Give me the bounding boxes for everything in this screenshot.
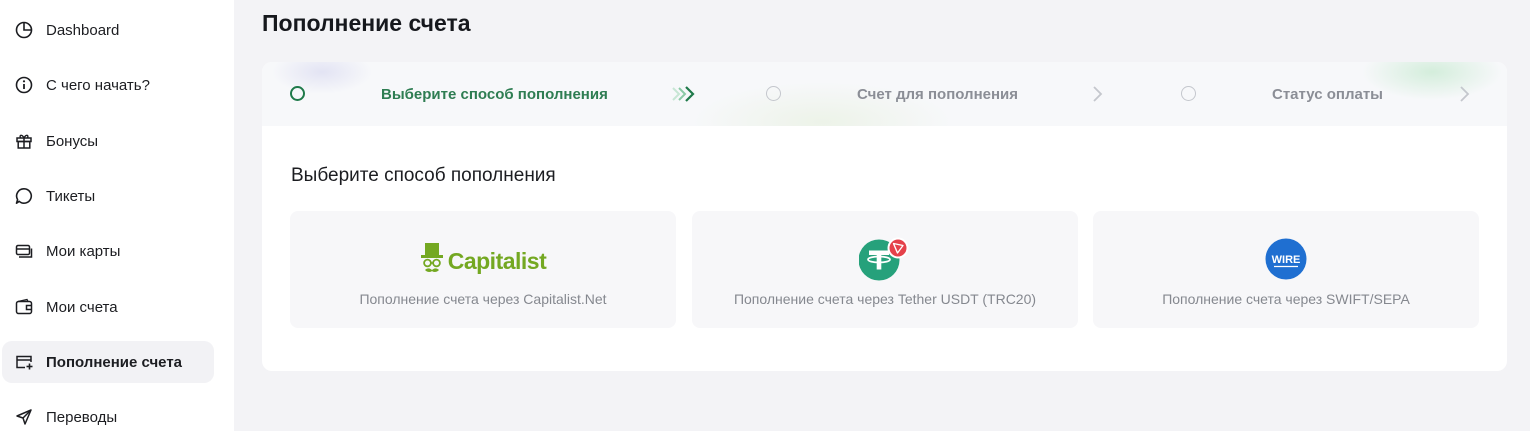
step-payment-status[interactable]: Статус оплаты xyxy=(1272,86,1383,103)
page-title: Пополнение счета xyxy=(262,10,471,36)
sidebar-item-transfers[interactable]: Переводы xyxy=(2,396,214,431)
wire-icon: WIRE xyxy=(1265,238,1307,285)
capitalist-logo: Capitalist xyxy=(290,239,676,283)
gift-icon xyxy=(14,131,34,151)
cards-icon xyxy=(14,241,34,261)
sidebar-item-label: Тикеты xyxy=(46,187,96,205)
method-tether-usdt[interactable]: Пополнение счета через Tether USDT (TRC2… xyxy=(692,211,1078,328)
step-indicator xyxy=(766,86,781,101)
sidebar-item-top-up[interactable]: Пополнение счета xyxy=(2,341,214,383)
step-indicator-active xyxy=(290,86,305,101)
wire-logo-text: WIRE xyxy=(1272,254,1301,266)
sidebar-item-label: Мои счета xyxy=(46,298,118,316)
sidebar-item-bonuses[interactable]: Бонусы xyxy=(2,120,214,162)
card-plus-icon xyxy=(14,352,34,372)
section-title: Выберите способ пополнения xyxy=(291,165,556,186)
wallet-icon xyxy=(14,297,34,317)
method-capitalist[interactable]: Capitalist Пополнение счета через Capita… xyxy=(290,211,676,328)
tether-usdt-icon xyxy=(858,237,911,286)
sidebar-item-label: Бонусы xyxy=(46,132,99,150)
chevron-right-icon xyxy=(670,84,698,104)
chevron-right-icon xyxy=(1091,84,1105,104)
method-description: Пополнение счета через Tether USDT (TRC2… xyxy=(733,291,1037,307)
capitalist-wordmark: Capitalist xyxy=(447,247,547,274)
chat-bubble-icon xyxy=(14,186,34,206)
capitalist-logo-icon xyxy=(420,242,444,281)
top-up-card: Выберите способ пополнения Счет для попо… xyxy=(262,62,1507,371)
sidebar-item-label: Переводы xyxy=(46,408,118,426)
sidebar-item-label: Мои карты xyxy=(46,242,121,260)
sidebar-item-dashboard[interactable]: Dashboard xyxy=(2,9,214,51)
chevron-right-icon xyxy=(1458,84,1472,104)
step-account[interactable]: Счет для пополнения xyxy=(857,86,1018,103)
sidebar-item-my-cards[interactable]: Мои карты xyxy=(2,230,214,272)
method-swift-sepa[interactable]: WIRE Пополнение счета через SWIFT/SEPA xyxy=(1093,211,1479,328)
pie-chart-icon xyxy=(14,20,34,40)
sidebar-item-label: Пополнение счета xyxy=(46,353,183,371)
sidebar-item-getting-started[interactable]: С чего начать? xyxy=(2,64,214,106)
sidebar: Dashboard С чего начать? Бонусы Тикеты М… xyxy=(0,0,234,431)
tether-logo xyxy=(692,237,1078,286)
sidebar-item-tickets[interactable]: Тикеты xyxy=(2,175,214,217)
wire-logo: WIRE xyxy=(1093,238,1479,285)
send-icon xyxy=(14,407,34,427)
sidebar-item-label: С чего начать? xyxy=(46,76,150,94)
sidebar-item-label: Dashboard xyxy=(46,21,120,39)
step-indicator xyxy=(1181,86,1196,101)
stepper: Выберите способ пополнения Счет для попо… xyxy=(262,62,1507,126)
sidebar-item-my-accounts[interactable]: Мои счета xyxy=(2,286,214,328)
info-icon xyxy=(14,75,34,95)
method-description: Пополнение счета через SWIFT/SEPA xyxy=(1162,291,1410,307)
step-choose-method[interactable]: Выберите способ пополнения xyxy=(381,86,608,103)
method-description: Пополнение счета через Capitalist.Net xyxy=(359,291,607,307)
